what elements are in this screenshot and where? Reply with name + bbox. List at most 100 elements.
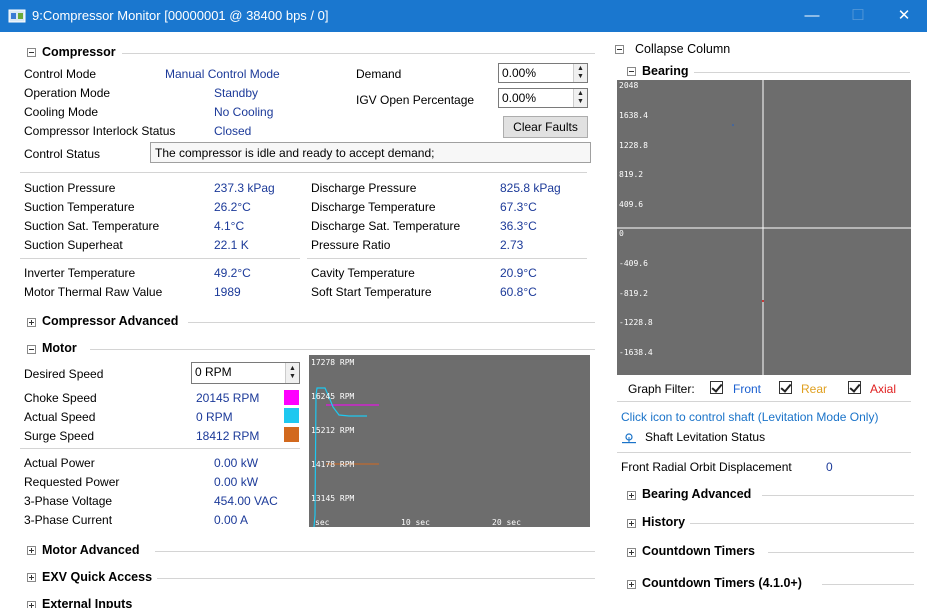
bearing-header[interactable]: Bearing: [642, 64, 689, 78]
suction-pressure-value: 237.3 kPag: [214, 181, 275, 195]
front-filter-label[interactable]: Front: [733, 382, 761, 396]
group-divider: [762, 495, 914, 496]
y-tick: 17278 RPM: [311, 358, 355, 367]
demand-value: 0.00%: [502, 66, 537, 80]
speed-graph: 17278 RPM 16245 RPM 15212 RPM 14178 RPM …: [309, 355, 590, 527]
y-tick: 1638.4: [619, 111, 648, 120]
choke-speed-value: 20145 RPM: [196, 391, 260, 405]
external-inputs-header[interactable]: External Inputs: [42, 597, 132, 608]
actual-line: [313, 387, 367, 527]
shaft-levitation-icon[interactable]: [621, 430, 637, 444]
suction-superheat-value: 22.1 K: [214, 238, 249, 252]
collapse-icon[interactable]: [627, 67, 636, 76]
desired-speed-spinner[interactable]: ▲ ▼: [285, 363, 299, 383]
close-button[interactable]: ✕: [881, 0, 927, 32]
control-mode-label: Control Mode: [24, 67, 97, 81]
cooling-mode-value: No Cooling: [214, 105, 274, 119]
shaft-levitation-status: Shaft Levitation Status: [645, 430, 766, 444]
demand-spinner[interactable]: ▲ ▼: [573, 64, 587, 82]
operation-mode-value: Standby: [214, 86, 259, 100]
cavity-temp-label: Cavity Temperature: [311, 266, 415, 280]
expand-icon[interactable]: [27, 546, 36, 555]
control-status-box: The compressor is idle and ready to acce…: [150, 142, 591, 163]
click-icon-hint: Click icon to control shaft (Levitation …: [621, 410, 879, 424]
demand-input[interactable]: 0.00% ▲ ▼: [498, 63, 588, 83]
interlock-value: Closed: [214, 124, 252, 138]
cavity-temp-value: 20.9°C: [500, 266, 537, 280]
choke-speed-label: Choke Speed: [24, 391, 97, 405]
window-title: 9:Compressor Monitor [00000001 @ 38400 b…: [32, 8, 329, 23]
voltage-label: 3-Phase Voltage: [24, 494, 113, 508]
expand-icon[interactable]: [627, 519, 636, 528]
collapse-column-label[interactable]: Collapse Column: [635, 42, 730, 56]
group-divider: [157, 578, 595, 579]
suction-temp-value: 26.2°C: [214, 200, 251, 214]
title-bar: 9:Compressor Monitor [00000001 @ 38400 b…: [0, 0, 927, 32]
suction-sat-label: Suction Sat. Temperature: [24, 219, 160, 233]
current-label: 3-Phase Current: [24, 513, 113, 527]
collapse-icon[interactable]: [27, 48, 36, 57]
requested-power-value: 0.00 kW: [214, 475, 259, 489]
expand-icon[interactable]: [27, 318, 36, 327]
front-point: [732, 124, 734, 126]
exv-header[interactable]: EXV Quick Access: [42, 570, 152, 584]
graph-filter-label: Graph Filter:: [628, 382, 695, 396]
motor-advanced-header[interactable]: Motor Advanced: [42, 543, 139, 557]
bearing-graph: 2048 1638.4 1228.8 819.2 409.6 0 -409.6 …: [617, 80, 911, 375]
expand-icon[interactable]: [627, 580, 636, 589]
y-tick: 2048: [619, 81, 639, 90]
countdown-header[interactable]: Countdown Timers: [642, 544, 755, 558]
collapse-column-icon[interactable]: [615, 45, 624, 54]
orbit-value: 0: [826, 460, 833, 474]
actual-power-value: 0.00 kW: [214, 456, 259, 470]
desired-speed-input[interactable]: 0 RPM ▲ ▼: [191, 362, 300, 384]
y-tick: 16245 RPM: [311, 392, 355, 401]
expand-icon[interactable]: [27, 573, 36, 582]
expand-icon[interactable]: [627, 491, 636, 500]
expand-icon[interactable]: [627, 548, 636, 557]
motor-thermal-label: Motor Thermal Raw Value: [24, 285, 163, 299]
y-tick: -409.6: [619, 259, 648, 268]
countdown-410-header[interactable]: Countdown Timers (4.1.0+): [642, 576, 802, 590]
axial-filter-label[interactable]: Axial: [870, 382, 896, 396]
actual-speed-label: Actual Speed: [24, 410, 96, 424]
maximize-button[interactable]: ☐: [835, 0, 881, 32]
motor-header[interactable]: Motor: [42, 341, 77, 355]
igv-input[interactable]: 0.00% ▲ ▼: [498, 88, 588, 108]
current-value: 0.00 A: [214, 513, 249, 527]
y-tick: 13145 RPM: [311, 494, 355, 503]
group-divider: [690, 523, 914, 524]
cooling-mode-label: Cooling Mode: [24, 105, 99, 119]
discharge-pressure-label: Discharge Pressure: [311, 181, 417, 195]
divider: [617, 401, 911, 402]
y-tick: 0: [619, 229, 624, 238]
history-header[interactable]: History: [642, 515, 685, 529]
actual-color-swatch: [284, 408, 299, 423]
compressor-advanced-header[interactable]: Compressor Advanced: [42, 314, 178, 328]
inverter-temp-label: Inverter Temperature: [24, 266, 136, 280]
compressor-header[interactable]: Compressor: [42, 45, 116, 59]
clear-faults-button[interactable]: Clear Faults: [503, 116, 588, 138]
y-tick: 409.6: [619, 200, 644, 209]
suction-superheat-label: Suction Superheat: [24, 238, 123, 252]
collapse-icon[interactable]: [27, 345, 36, 354]
expand-icon[interactable]: [27, 601, 36, 608]
discharge-sat-value: 36.3°C: [500, 219, 537, 233]
rear-checkbox[interactable]: [779, 381, 792, 394]
desired-speed-value: 0 RPM: [195, 365, 232, 379]
minimize-button[interactable]: —: [789, 0, 835, 32]
operation-mode-label: Operation Mode: [24, 86, 111, 100]
suction-temp-label: Suction Temperature: [24, 200, 135, 214]
orbit-label: Front Radial Orbit Displacement: [621, 460, 792, 474]
y-tick: -1228.8: [619, 318, 653, 327]
axial-checkbox[interactable]: [848, 381, 861, 394]
igv-spinner[interactable]: ▲ ▼: [573, 89, 587, 107]
actual-power-label: Actual Power: [24, 456, 95, 470]
rear-filter-label[interactable]: Rear: [801, 382, 827, 396]
bearing-advanced-header[interactable]: Bearing Advanced: [642, 487, 751, 501]
voltage-value: 454.00 VAC: [214, 494, 278, 508]
app-icon: [8, 9, 26, 23]
y-tick: 819.2: [619, 170, 644, 179]
discharge-temp-label: Discharge Temperature: [311, 200, 436, 214]
front-checkbox[interactable]: [710, 381, 723, 394]
